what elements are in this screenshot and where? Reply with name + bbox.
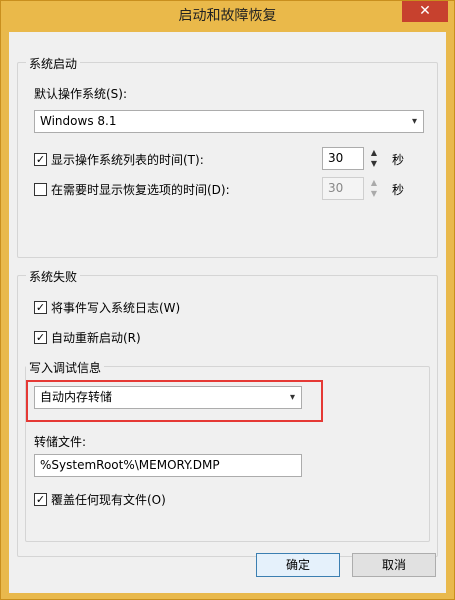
show-recovery-label: 在需要时显示恢复选项的时间(D):: [51, 183, 230, 197]
check-icon: ✓: [35, 331, 46, 344]
write-event-label: 将事件写入系统日志(W): [51, 301, 181, 315]
check-icon: ✓: [35, 153, 46, 166]
dialog-window: 启动和故障恢复 ✕ 系统启动 默认操作系统(S): Windows 8.1 ▾ …: [0, 0, 455, 600]
system-startup-group: 系统启动 默认操作系统(S): Windows 8.1 ▾ ✓ 显示操作系统列表的…: [17, 55, 438, 258]
spin-up-icon[interactable]: ▲: [366, 147, 382, 158]
highlight-box: [26, 380, 323, 422]
spin-up-icon[interactable]: ▲: [366, 177, 382, 188]
chevron-down-icon: ▾: [411, 116, 417, 127]
auto-restart-label: 自动重新启动(R): [51, 331, 141, 345]
dump-file-label: 转储文件:: [34, 435, 87, 449]
default-os-label: 默认操作系统(S):: [34, 87, 128, 101]
cancel-button[interactable]: 取消: [352, 553, 436, 577]
close-button[interactable]: ✕: [402, 1, 448, 22]
check-icon: ✓: [35, 301, 46, 314]
show-os-list-value: 30: [328, 151, 344, 165]
default-os-value: Windows 8.1: [40, 114, 117, 128]
seconds-unit-1: 秒: [392, 153, 405, 167]
show-os-list-checkbox[interactable]: ✓: [34, 153, 47, 166]
close-icon: ✕: [419, 3, 431, 19]
system-failure-label: 系统失败: [26, 268, 81, 285]
overwrite-checkbox[interactable]: ✓: [34, 493, 47, 506]
check-icon: ✓: [35, 493, 46, 506]
default-os-select[interactable]: Windows 8.1 ▾: [34, 110, 424, 133]
dump-file-value: %SystemRoot%\MEMORY.DMP: [40, 458, 220, 472]
show-recovery-value: 30: [328, 181, 344, 195]
spin-down-icon[interactable]: ▼: [366, 158, 382, 169]
write-event-checkbox[interactable]: ✓: [34, 301, 47, 314]
write-event-row: ✓ 将事件写入系统日志(W): [34, 299, 180, 315]
debug-info-label: 写入调试信息: [26, 359, 105, 376]
dump-file-input[interactable]: %SystemRoot%\MEMORY.DMP: [34, 454, 302, 477]
overwrite-label: 覆盖任何现有文件(O): [51, 493, 166, 507]
system-startup-label: 系统启动: [26, 55, 81, 72]
show-recovery-stepper[interactable]: ▲ ▼: [366, 177, 382, 200]
show-recovery-row: 在需要时显示恢复选项的时间(D):: [34, 181, 230, 197]
show-os-list-input[interactable]: 30: [322, 147, 364, 170]
show-recovery-input[interactable]: 30: [322, 177, 364, 200]
show-recovery-checkbox[interactable]: [34, 183, 47, 196]
overwrite-row: ✓ 覆盖任何现有文件(O): [34, 491, 166, 507]
window-title: 启动和故障恢复: [178, 8, 277, 24]
show-os-list-label: 显示操作系统列表的时间(T):: [51, 153, 204, 167]
seconds-unit-2: 秒: [392, 183, 405, 197]
ok-button[interactable]: 确定: [256, 553, 340, 577]
title-bar[interactable]: 启动和故障恢复 ✕: [1, 1, 454, 31]
spin-down-icon[interactable]: ▼: [366, 188, 382, 199]
show-os-list-stepper[interactable]: ▲ ▼: [366, 147, 382, 170]
auto-restart-row: ✓ 自动重新启动(R): [34, 329, 141, 345]
show-os-list-row: ✓ 显示操作系统列表的时间(T):: [34, 151, 204, 167]
dialog-client-area: 系统启动 默认操作系统(S): Windows 8.1 ▾ ✓ 显示操作系统列表的…: [9, 32, 446, 593]
auto-restart-checkbox[interactable]: ✓: [34, 331, 47, 344]
